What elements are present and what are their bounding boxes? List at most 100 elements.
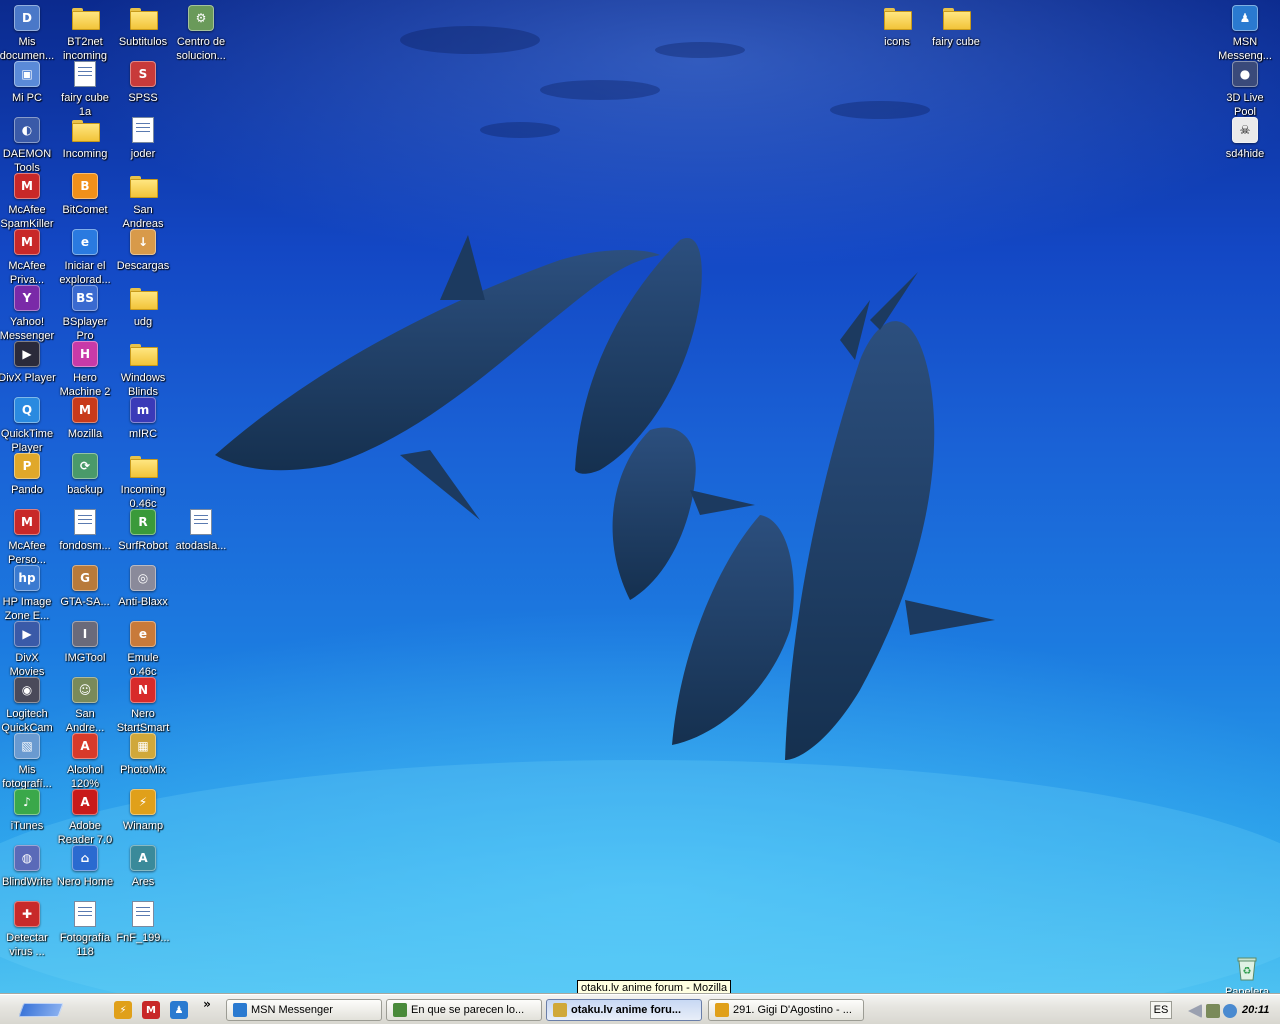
icon-graphic: M <box>72 397 98 423</box>
desktop-icon[interactable]: joder <box>114 114 172 161</box>
desktop-icon[interactable]: R SurfRobot <box>114 506 172 553</box>
desktop-icon[interactable]: atodasla... <box>172 506 230 553</box>
desktop-icon[interactable]: ▧ Mis fotografí... <box>0 730 56 791</box>
folder-icon <box>881 2 913 34</box>
desktop-icon[interactable]: M McAfee SpamKiller <box>0 170 56 231</box>
application-icon: ◐ <box>11 114 43 146</box>
mcafee-quick-icon[interactable]: M <box>142 1001 160 1019</box>
desktop-icon-label: Incoming <box>62 148 108 160</box>
desktop-icon-label: IMGTool <box>64 652 106 664</box>
desktop-icon[interactable]: P Pando <box>0 450 56 497</box>
icon-graphic: ♪ <box>14 789 40 815</box>
desktop-icon[interactable]: San Andreas <box>114 170 172 231</box>
desktop-icon[interactable]: e Iniciar el explorad... <box>56 226 114 287</box>
desktop-icon[interactable]: Y Yahoo! Messenger <box>0 282 56 343</box>
network-icon[interactable] <box>1206 1004 1220 1018</box>
desktop-icon[interactable]: m mIRC <box>114 394 172 441</box>
desktop-icon[interactable]: FnF_199... <box>114 898 172 945</box>
folder-icon <box>69 2 101 34</box>
icon-graphic: A <box>130 845 156 871</box>
desktop-icon[interactable]: ⚡ Winamp <box>114 786 172 833</box>
desktop-icon[interactable]: M Mozilla <box>56 394 114 441</box>
clock[interactable]: 20:11 <box>1242 1004 1269 1016</box>
desktop-icon[interactable]: ⌂ Nero Home <box>56 842 114 889</box>
desktop-icon[interactable]: A Ares <box>114 842 172 889</box>
taskbar-button[interactable]: MSN Messenger <box>226 999 382 1021</box>
application-icon: ▶ <box>11 618 43 650</box>
winamp-quick-icon[interactable]: ⚡ <box>114 1001 132 1019</box>
language-indicator[interactable]: ES <box>1150 1001 1172 1019</box>
icon-graphic: ▶ <box>14 341 40 367</box>
taskbar-button[interactable]: En que se parecen lo... <box>386 999 542 1021</box>
desktop-icon[interactable]: udg <box>114 282 172 329</box>
start-button[interactable] <box>2 998 80 1022</box>
desktop-icon[interactable]: Incoming 0.46c <box>114 450 172 511</box>
desktop-icon[interactable]: ☠ sd4hide <box>1216 114 1274 161</box>
desktop-icon[interactable]: M McAfee Priva... <box>0 226 56 287</box>
desktop-icon[interactable]: ▦ PhotoMix <box>114 730 172 777</box>
desktop-icon[interactable]: hp HP Image Zone E... <box>0 562 56 623</box>
desktop-icon[interactable]: Incoming <box>56 114 114 161</box>
messenger-tray-icon[interactable] <box>1223 1004 1237 1018</box>
desktop-icon[interactable]: I IMGTool <box>56 618 114 665</box>
desktop-icon[interactable]: D Mis documen... <box>0 2 56 63</box>
recycle-bin[interactable]: ♻ Papelera <box>1218 952 1276 999</box>
desktop-icon[interactable]: M McAfee Perso... <box>0 506 56 567</box>
application-icon: Y <box>11 282 43 314</box>
desktop-icon-label: icons <box>884 36 910 48</box>
desktop-icon[interactable]: G GTA-SA... <box>56 562 114 609</box>
desktop-icon[interactable]: ▣ Mi PC <box>0 58 56 105</box>
desktop-icon[interactable]: e Emule 0.46c <box>114 618 172 679</box>
desktop-icon[interactable]: icons <box>868 2 926 49</box>
recycle-bin-icon: ♻ <box>1231 952 1263 984</box>
desktop-icon[interactable]: ◎ Anti-Blaxx <box>114 562 172 609</box>
desktop-icon-label: PhotoMix <box>120 764 166 776</box>
desktop-icon[interactable]: Subtitulos <box>114 2 172 49</box>
folder-icon <box>127 282 159 314</box>
desktop-icon[interactable]: N Nero StartSmart <box>114 674 172 735</box>
desktop-icon[interactable]: ◐ DAEMON Tools <box>0 114 56 175</box>
tray-expand-icon[interactable] <box>1188 1004 1202 1018</box>
desktop-icon-label: Anti-Blaxx <box>118 596 168 608</box>
desktop-icon[interactable]: ♟ MSN Messeng... <box>1216 2 1274 63</box>
msn-quick-icon[interactable]: ♟ <box>170 1001 188 1019</box>
desktop-icon[interactable]: ⚙ Centro de solucion... <box>172 2 230 63</box>
desktop-icon[interactable]: ⟳ backup <box>56 450 114 497</box>
icon-graphic <box>132 901 154 927</box>
icon-graphic <box>130 8 158 30</box>
quick-launch-chevron[interactable]: » <box>200 997 214 1011</box>
document-icon <box>69 898 101 930</box>
desktop-icon[interactable]: A Alcohol 120% <box>56 730 114 791</box>
taskbar-button[interactable]: otaku.lv anime foru... <box>546 999 702 1021</box>
icon-graphic <box>74 61 96 87</box>
folder-icon <box>69 114 101 146</box>
icon-graphic: ⟳ <box>72 453 98 479</box>
desktop-icon[interactable]: S SPSS <box>114 58 172 105</box>
desktop-icon[interactable]: fairy cube 1a <box>56 58 114 119</box>
application-icon: A <box>69 730 101 762</box>
desktop-icon[interactable]: Windows Blinds <box>114 338 172 399</box>
desktop-icon[interactable]: H Hero Machine 2 <box>56 338 114 399</box>
taskbar-button-label: otaku.lv anime foru... <box>571 1004 682 1016</box>
desktop-icon[interactable]: BT2net incoming <box>56 2 114 63</box>
desktop-icon[interactable]: ◍ BlindWrite <box>0 842 56 889</box>
desktop-icon[interactable]: Fotografía 118 <box>56 898 114 959</box>
desktop-icon[interactable]: ◉ Logitech QuickCam <box>0 674 56 735</box>
desktop-icon[interactable]: Q QuickTime Player <box>0 394 56 455</box>
desktop-icon[interactable]: fairy cube <box>927 2 985 49</box>
desktop-icon[interactable]: ✚ Detectar virus ... <box>0 898 56 959</box>
desktop-icon[interactable]: ● 3D Live Pool <box>1216 58 1274 119</box>
desktop-icon[interactable]: ▶ DivX Player <box>0 338 56 385</box>
desktop-icon[interactable]: A Adobe Reader 7.0 <box>56 786 114 847</box>
desktop-icon[interactable]: BS BSplayer Pro <box>56 282 114 343</box>
desktop-icon[interactable]: ▶ DivX Movies <box>0 618 56 679</box>
taskbar-button[interactable]: 291. Gigi D'Agostino - ... <box>708 999 864 1021</box>
desktop-icon[interactable]: B BitComet <box>56 170 114 217</box>
desktop-icon[interactable]: fondosm... <box>56 506 114 553</box>
icon-graphic <box>72 120 100 142</box>
desktop-icon[interactable]: ↓ Descargas <box>114 226 172 273</box>
desktop-wallpaper <box>0 0 1280 994</box>
desktop-icon[interactable]: ♪ iTunes <box>0 786 56 833</box>
desktop-icon[interactable]: ☺ San Andre... <box>56 674 114 735</box>
desktop-icon-label: sd4hide <box>1225 148 1265 160</box>
